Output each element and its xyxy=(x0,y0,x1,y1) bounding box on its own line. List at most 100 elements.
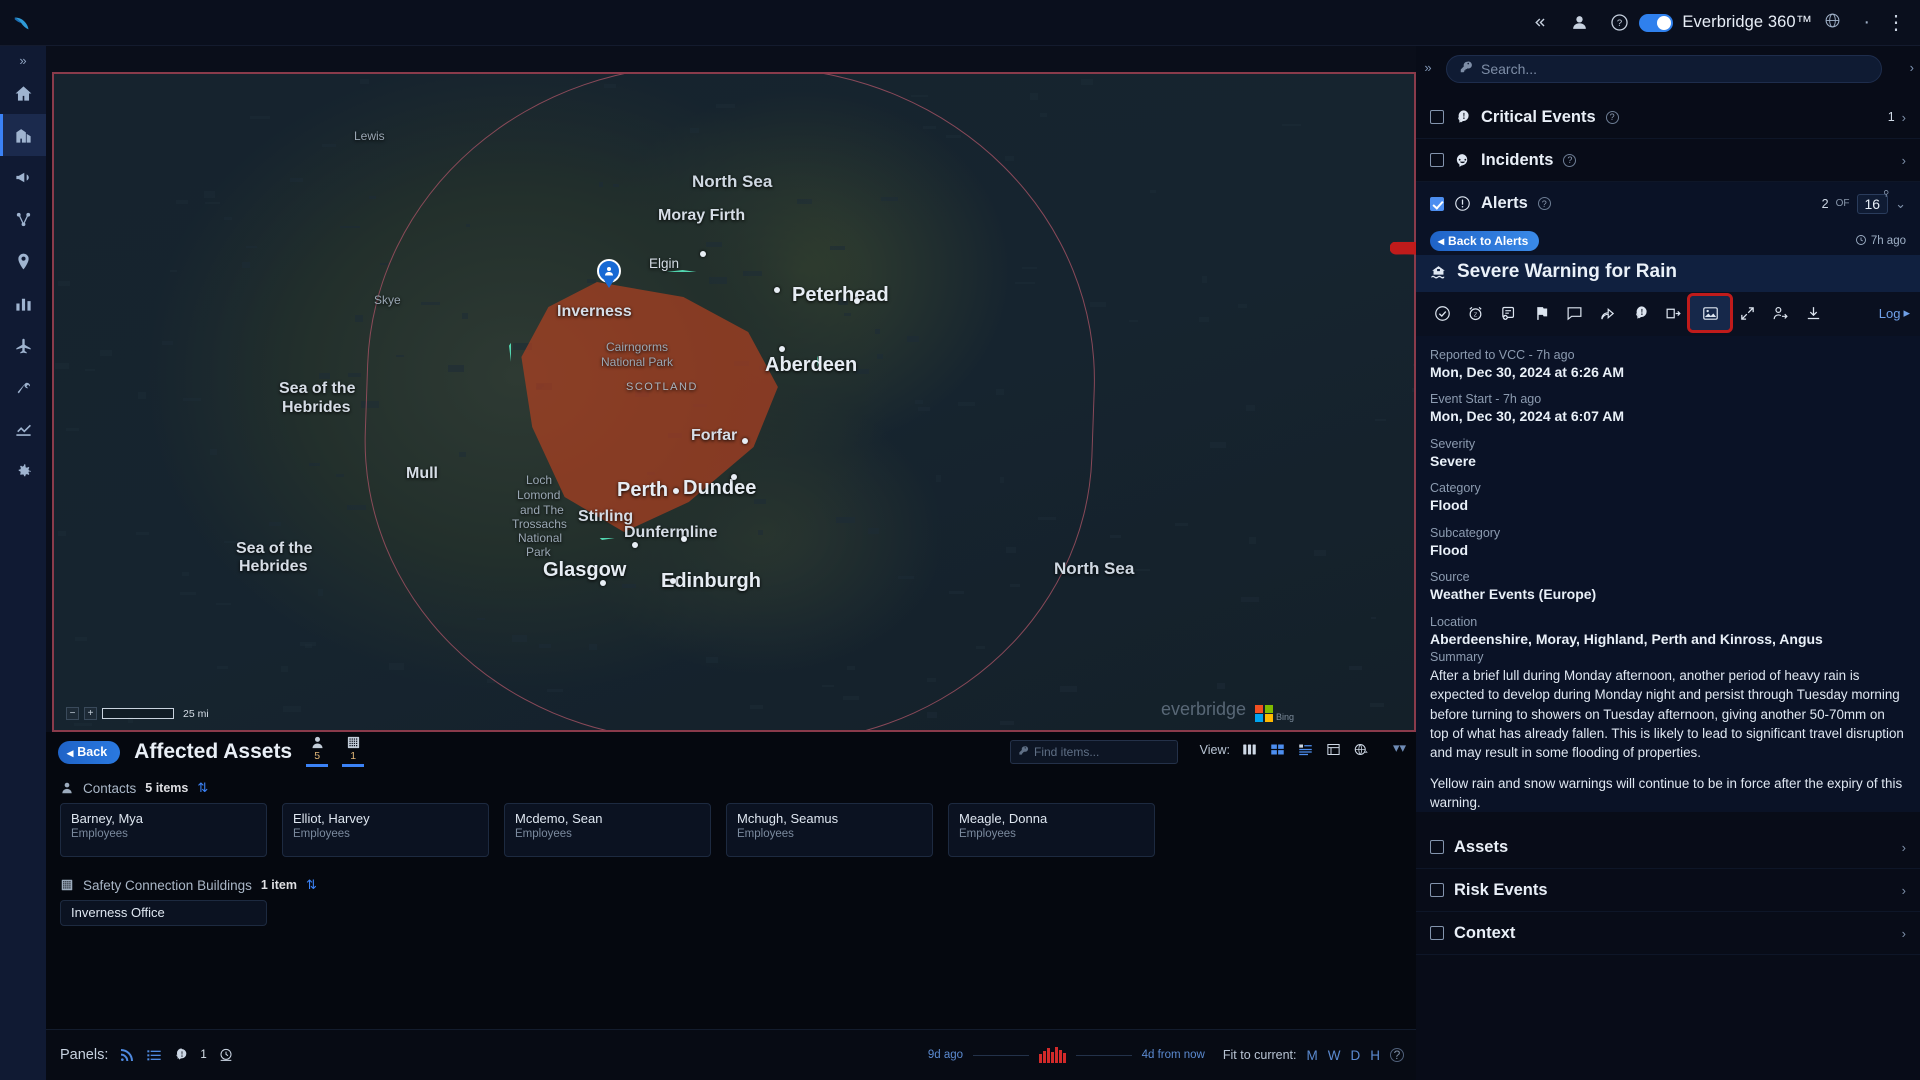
contact-location-pin[interactable] xyxy=(597,259,621,283)
person-arrow-icon[interactable] xyxy=(1764,300,1796,326)
list-item[interactable]: Meagle, DonnaEmployees xyxy=(948,803,1155,857)
collapse-panel-icon[interactable] xyxy=(1519,0,1559,46)
sidebar-item-notifications[interactable] xyxy=(0,156,46,198)
download-icon[interactable] xyxy=(1797,300,1829,326)
buildings-tab[interactable]: 1 xyxy=(342,733,364,771)
help-icon[interactable]: ? xyxy=(1563,154,1576,167)
sidebar-item-reports[interactable] xyxy=(0,282,46,324)
columns-view-icon[interactable] xyxy=(1241,742,1258,757)
sidebar-item-workflows[interactable] xyxy=(0,198,46,240)
overflow-menu-icon[interactable]: ⋮ xyxy=(1886,13,1906,33)
add-note-icon[interactable] xyxy=(1492,300,1524,326)
help-icon[interactable]: ? xyxy=(1606,111,1619,124)
sort-updown-icon[interactable]: ⇅ xyxy=(306,877,317,893)
map-container[interactable]: LewisNorth SeaMoray FirthSkyeElginPeterh… xyxy=(52,72,1416,732)
accordion-risk-events[interactable]: Risk Events› xyxy=(1416,869,1920,912)
timeline-event-markers[interactable] xyxy=(1039,1047,1066,1063)
map-city-dot[interactable] xyxy=(779,346,785,352)
zoom-out-button[interactable]: − xyxy=(66,707,79,720)
everbridge-logo-icon[interactable] xyxy=(0,0,46,46)
accordion-alerts[interactable]: Alerts ? 2 OF 16 ⚲ ⌄ xyxy=(1416,182,1920,225)
collapse-assets-icon[interactable]: ▾▾ xyxy=(1393,740,1406,756)
chevron-down-icon[interactable]: ⌄ xyxy=(1895,196,1906,212)
map-city-dot[interactable] xyxy=(632,542,638,548)
critical-events-icon[interactable] xyxy=(173,1047,189,1063)
map-city-dot[interactable] xyxy=(731,474,737,480)
help-icon[interactable]: ? xyxy=(1599,0,1639,46)
incidents-checkbox[interactable] xyxy=(1430,153,1444,167)
chevron-right-icon[interactable]: › xyxy=(1902,153,1906,168)
accordion-incidents[interactable]: Incidents ? › xyxy=(1416,139,1920,182)
chevron-right-icon[interactable]: › xyxy=(1902,110,1906,125)
chevron-right-icon[interactable]: › xyxy=(1902,926,1906,941)
assign-person-icon[interactable] xyxy=(1657,300,1689,326)
accordion-critical-events[interactable]: Critical Events ? 1 › xyxy=(1416,96,1920,139)
map-city-dot[interactable] xyxy=(681,536,687,542)
critical-events-checkbox[interactable] xyxy=(1430,110,1444,124)
map-scale-control[interactable]: − + 25 mi xyxy=(66,707,209,720)
share-arrow-icon[interactable] xyxy=(1591,300,1623,326)
sidebar-item-home[interactable] xyxy=(0,72,46,114)
sort-updown-icon[interactable]: ⇅ xyxy=(197,780,208,796)
view-on-map-icon[interactable] xyxy=(1690,296,1730,330)
list-item[interactable]: Elliot, HarveyEmployees xyxy=(282,803,489,857)
back-button[interactable]: ◂ Back xyxy=(58,741,120,764)
list-item[interactable]: Inverness Office xyxy=(60,900,267,926)
launch-incident-icon[interactable] xyxy=(1624,300,1656,326)
list-icon[interactable] xyxy=(146,1047,162,1063)
flag-icon[interactable] xyxy=(1525,300,1557,326)
risk-events-checkbox[interactable] xyxy=(1430,883,1444,897)
contacts-tab[interactable]: 5 xyxy=(306,733,328,771)
chevron-right-icon[interactable]: › xyxy=(1902,840,1906,855)
snooze-icon[interactable]: Z xyxy=(1459,300,1491,326)
sidebar-item-settings[interactable] xyxy=(0,450,46,492)
zoom-in-button[interactable]: + xyxy=(84,707,97,720)
map-city-dot[interactable] xyxy=(774,287,780,293)
search-input[interactable]: Search... xyxy=(1446,55,1882,83)
expand-arrows-icon[interactable] xyxy=(1731,300,1763,326)
list-item[interactable]: Barney, MyaEmployees xyxy=(60,803,267,857)
fit-unit-day[interactable]: D xyxy=(1351,1048,1361,1063)
sidebar-item-analytics[interactable] xyxy=(0,408,46,450)
comment-icon[interactable] xyxy=(1558,300,1590,326)
map-city-dot[interactable] xyxy=(600,580,606,586)
feed-icon[interactable] xyxy=(119,1047,135,1063)
timeline-help-icon[interactable]: ? xyxy=(1390,1048,1404,1062)
rail-expand-icon[interactable]: » xyxy=(19,48,26,72)
chevron-right-icon[interactable]: › xyxy=(1902,883,1906,898)
alert-title-row[interactable]: Severe Warning for Rain xyxy=(1416,255,1920,292)
history-icon[interactable] xyxy=(218,1047,234,1063)
log-button[interactable]: Log ▸ xyxy=(1879,305,1910,321)
globe-share-icon[interactable] xyxy=(1353,742,1370,757)
sidebar-item-tools[interactable] xyxy=(0,366,46,408)
list-view-icon[interactable] xyxy=(1297,742,1314,757)
fit-unit-week[interactable]: W xyxy=(1328,1048,1341,1063)
globe-icon[interactable] xyxy=(1824,12,1841,34)
find-items-input[interactable]: Find items... xyxy=(1010,740,1178,764)
timeline-track-right[interactable] xyxy=(1076,1055,1132,1056)
help-icon[interactable]: ? xyxy=(1538,197,1551,210)
map-city-dot[interactable] xyxy=(854,298,860,304)
map-city-dot[interactable] xyxy=(700,251,706,257)
accordion-context[interactable]: Context› xyxy=(1416,912,1920,955)
sidebar-item-locations[interactable] xyxy=(0,240,46,282)
user-account-icon[interactable] xyxy=(1559,0,1599,46)
right-panel-expand-icon[interactable]: › xyxy=(1910,60,1914,75)
right-panel-collapse-icon[interactable]: » xyxy=(1416,60,1440,75)
report-view-icon[interactable] xyxy=(1325,742,1342,757)
fit-unit-hour[interactable]: H xyxy=(1370,1048,1380,1063)
acknowledge-icon[interactable] xyxy=(1426,300,1458,326)
product-toggle[interactable] xyxy=(1639,14,1673,32)
fit-unit-month[interactable]: M xyxy=(1307,1048,1318,1063)
accordion-assets[interactable]: Assets› xyxy=(1416,826,1920,869)
list-item[interactable]: Mcdemo, SeanEmployees xyxy=(504,803,711,857)
map-city-dot[interactable] xyxy=(670,578,676,584)
list-item[interactable]: Mchugh, SeamusEmployees xyxy=(726,803,933,857)
map-city-dot[interactable] xyxy=(673,488,679,494)
alerts-total-count[interactable]: 16 ⚲ xyxy=(1857,194,1889,214)
grid-view-icon[interactable] xyxy=(1269,742,1286,757)
alerts-checkbox[interactable] xyxy=(1430,197,1444,211)
sidebar-item-operations[interactable] xyxy=(0,114,46,156)
map-city-dot[interactable] xyxy=(742,438,748,444)
back-to-alerts-button[interactable]: ◂ Back to Alerts xyxy=(1430,231,1539,251)
